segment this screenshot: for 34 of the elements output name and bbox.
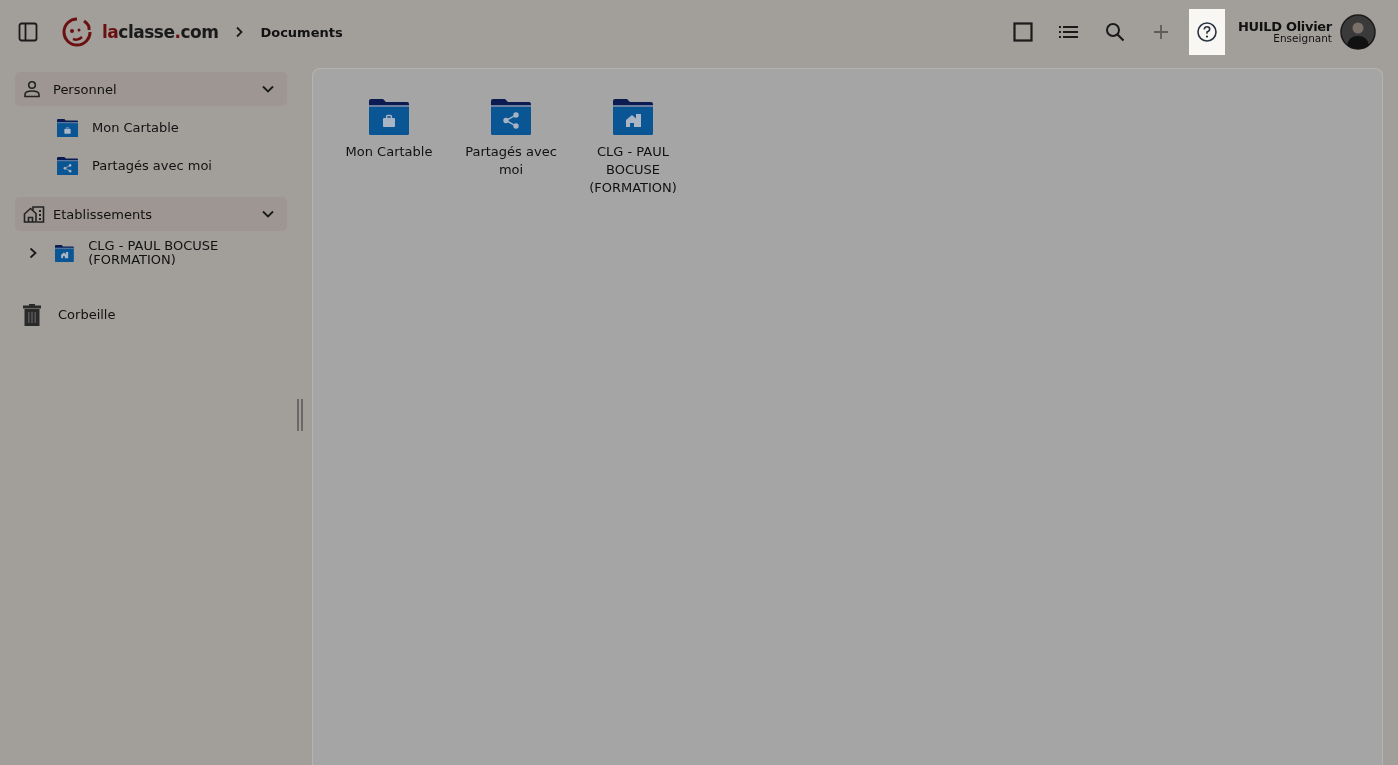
folder-icon (369, 99, 409, 135)
sidebar-toggle-icon[interactable] (18, 22, 38, 42)
folder-label[interactable]: Partagés avec moi (453, 143, 569, 179)
search-icon (1104, 22, 1125, 42)
user-role: Enseignant (1273, 33, 1332, 45)
sidebar-item[interactable]: Partagés avec moi (92, 159, 212, 173)
sidebar-item[interactable]: Mon Cartable (92, 121, 179, 135)
help-button[interactable] (1188, 9, 1225, 55)
sidebar-item[interactable]: Corbeille (58, 308, 116, 322)
sidebar-section-header[interactable]: Etablissements (15, 197, 287, 231)
building-icon (23, 205, 45, 223)
person-icon (23, 80, 41, 98)
folder-icon (57, 118, 78, 138)
square-icon (1012, 22, 1033, 42)
chevron-right-icon[interactable] (27, 246, 39, 260)
folder-icon (57, 156, 78, 176)
folder-icon (55, 243, 75, 263)
folder-icon (613, 99, 653, 135)
logo-icon (62, 17, 92, 47)
plus-icon (1152, 24, 1169, 40)
logo-text[interactable]: laclasse.com (102, 22, 219, 42)
folder-icon (491, 99, 531, 135)
folder-label[interactable]: CLG - PAUL BOCUSE (FORMATION) (575, 143, 691, 197)
list-icon (1058, 25, 1079, 39)
chevron-right-icon (234, 26, 245, 38)
resize-handle[interactable] (296, 398, 303, 431)
user-name: HUILD Olivier (1237, 19, 1332, 34)
help-icon (1195, 21, 1218, 43)
breadcrumb-current[interactable]: Documents (260, 24, 343, 40)
avatar-icon[interactable] (1340, 14, 1376, 50)
sidebar-item[interactable]: CLG - PAUL BOCUSE (FORMATION) (88, 239, 287, 267)
sidebar-section-header[interactable]: Personnel (15, 72, 287, 106)
trash-icon (22, 304, 42, 326)
folder-label[interactable]: Mon Cartable (345, 143, 433, 161)
